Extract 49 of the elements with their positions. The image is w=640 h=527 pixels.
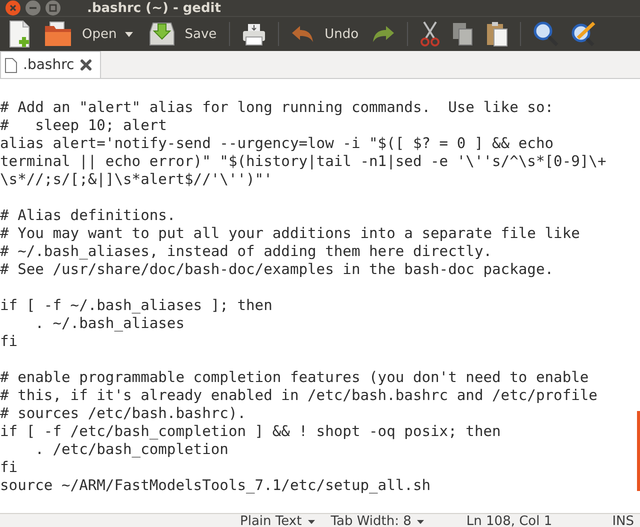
scissors-icon xyxy=(420,21,440,47)
code-line: # enable programmable completion features (you don't need to enable xyxy=(0,369,590,387)
new-document-icon xyxy=(8,20,32,48)
code-line: terminal || echo error)" "$(history|tail -n1|sed -e '\''s/^\s*[0-9]\+ xyxy=(0,153,608,171)
caret-icon xyxy=(417,520,424,524)
save-icon xyxy=(148,22,175,46)
copy-icon xyxy=(452,22,474,46)
code-line: source ~/ARM/FastModelsTools_7.1/etc/setup_all.sh xyxy=(0,477,432,495)
language-dropdown[interactable]: Plain Text xyxy=(240,514,323,527)
folder-icon xyxy=(44,21,72,47)
code-line: if [ -f /etc/bash_completion ] && ! shopt -oq posix; then xyxy=(0,423,502,441)
maximize-icon[interactable] xyxy=(45,0,61,16)
tab-width-dropdown[interactable]: Tab Width: 8 xyxy=(330,514,432,527)
close-icon[interactable] xyxy=(80,59,92,71)
code-line: # Add an "alert" alias for long running commands. Use like so: xyxy=(0,99,555,117)
document-icon xyxy=(5,58,17,72)
close-icon[interactable] xyxy=(5,0,21,16)
code-line: fi xyxy=(0,333,19,351)
minimize-icon[interactable] xyxy=(25,0,41,16)
save-button[interactable]: Save xyxy=(142,17,223,51)
window-title: .bashrc (~) - gedit xyxy=(87,0,221,16)
printer-icon xyxy=(242,22,266,46)
search-icon xyxy=(532,21,559,47)
code-line: # Alias definitions. xyxy=(0,207,177,225)
code-line: # ~/.bash_aliases, instead of adding them here directly. xyxy=(0,243,494,261)
caret-icon[interactable] xyxy=(124,32,133,36)
code-line: alias alert='notify-send --urgency=low -i "$([ $? = 0 ] && echo xyxy=(0,135,555,153)
code-line: fi xyxy=(0,459,19,477)
cursor-position: Ln 108, Col 1 xyxy=(466,514,552,527)
code-line: if [ -f ~/.bash_aliases ]; then xyxy=(0,297,274,315)
insert-mode: INS xyxy=(612,514,634,527)
code-line: # See /usr/share/doc/bash-doc/examples in the bash-doc package. xyxy=(0,261,555,279)
search-replace-icon xyxy=(570,21,597,47)
document-tab[interactable]: .bashrc xyxy=(0,51,102,78)
scrollbar-indicator[interactable] xyxy=(637,411,640,491)
code-line: \s*//;s/[;&|]\s*alert$//'\'')"' xyxy=(0,171,274,189)
tab-label: .bashrc xyxy=(23,57,74,73)
code-line: # sources /etc/bash.bashrc). xyxy=(0,405,248,423)
caret-icon xyxy=(308,520,315,524)
redo-icon xyxy=(370,24,395,44)
code-line: # this, if it's already enabled in /etc/bash.bashrc and /etc/profile xyxy=(0,387,598,405)
clipboard-icon xyxy=(486,21,508,47)
undo-icon xyxy=(290,24,315,44)
open-button[interactable]: Open xyxy=(38,17,123,51)
code-line: . /etc/bash_completion xyxy=(34,441,230,459)
code-line: # sleep 10; alert xyxy=(0,117,168,135)
undo-button[interactable]: Undo xyxy=(284,17,365,51)
code-line: # You may want to put all your additions into a separate file like xyxy=(0,225,581,243)
code-line: . ~/.bash_aliases xyxy=(34,315,186,333)
